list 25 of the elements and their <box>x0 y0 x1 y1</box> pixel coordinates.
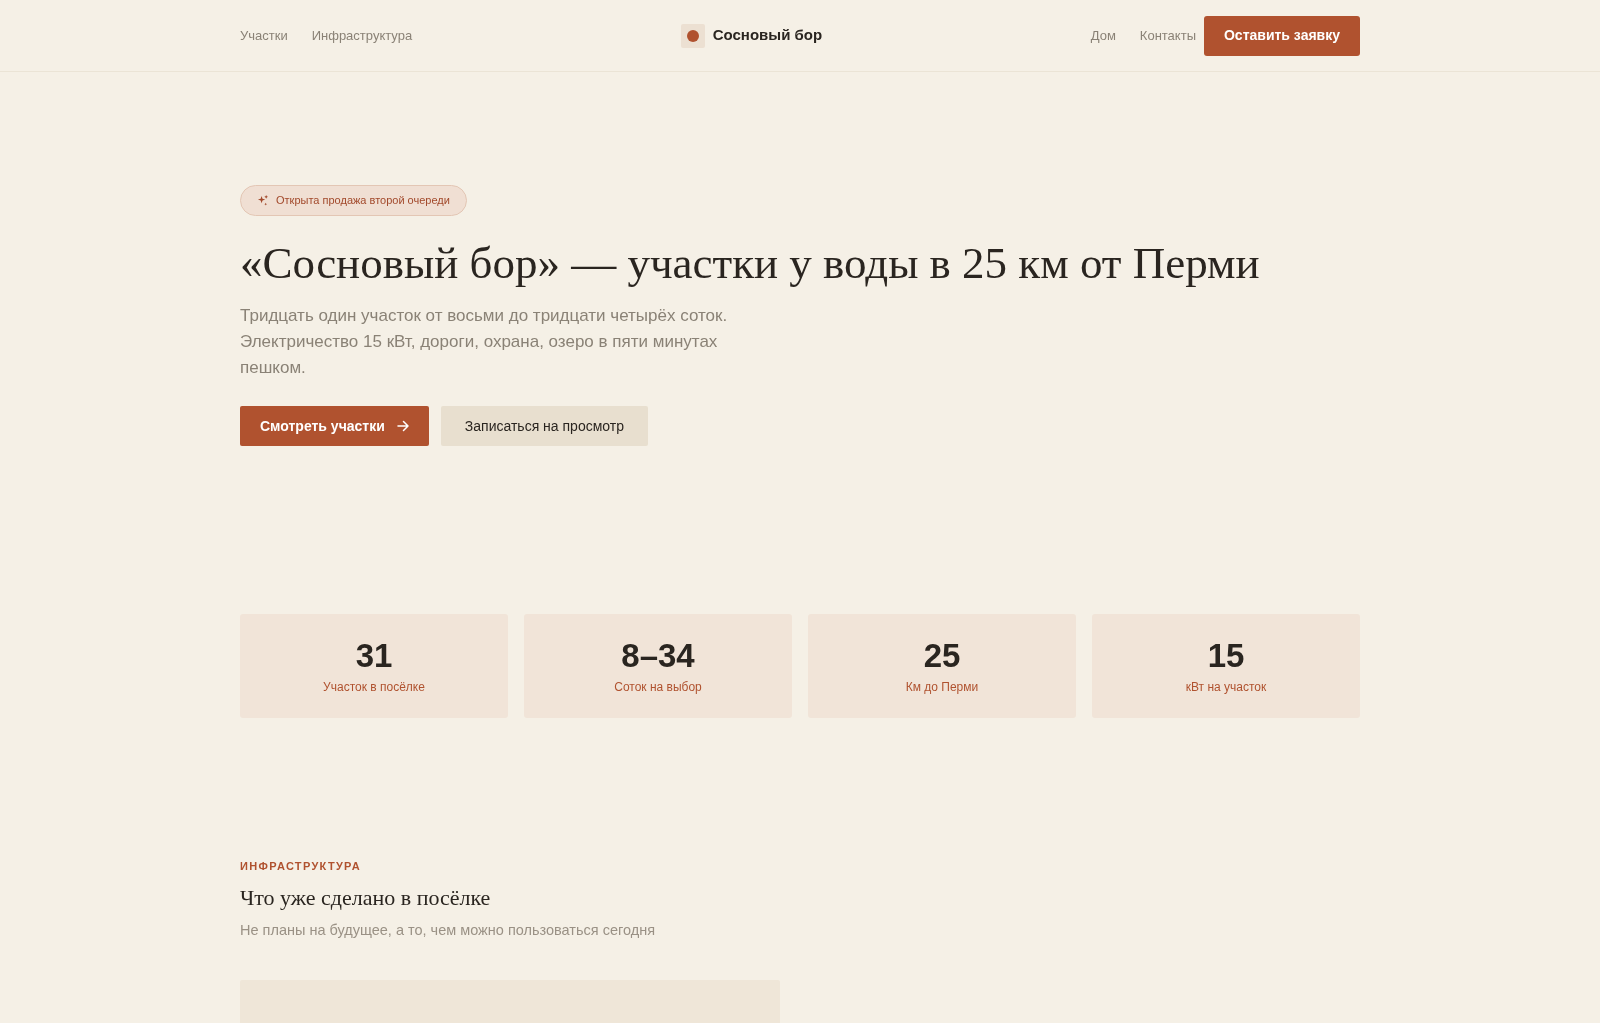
nav-link[interactable]: Участки <box>240 25 288 46</box>
badge-text: Открыта продажа второй очереди <box>276 193 450 209</box>
stat-value: 8–34 <box>621 637 695 675</box>
section-label: ИНФРАСТРУКТУРА <box>240 859 362 874</box>
stat-value: 15 <box>1207 637 1245 675</box>
hero-description: Тридцать один участок от восьми до тридцати четырёх соток. Электричество 15 кВт, дороги, охрана, озеро в пяти минутах пешком. <box>240 305 729 379</box>
stat-value: 31 <box>355 637 393 675</box>
book-viewing-button[interactable]: Записаться на просмотр <box>440 406 648 446</box>
section-title: Что уже сделано в посёлке <box>240 884 491 912</box>
section-subtitle: Не планы на будущее, а то, чем можно пользоваться сегодня <box>240 921 656 940</box>
view-plots-button[interactable]: Смотреть участки <box>240 406 429 446</box>
logo-text: Сосновый бор <box>712 25 823 46</box>
arrow-right-icon <box>396 420 409 432</box>
nav-link[interactable]: Инфраструктура <box>311 25 413 46</box>
stat-label: кВт на участок <box>1185 679 1267 695</box>
stat-value: 25 <box>923 637 961 675</box>
nav-link[interactable]: Дом <box>1090 25 1116 46</box>
sparkle-icon <box>257 195 268 206</box>
nav-link[interactable]: Контакты <box>1139 25 1196 46</box>
request-button[interactable]: Оставить заявку <box>1204 15 1360 56</box>
stat-label: Участок в посёлке <box>323 679 425 695</box>
hero-title: «Сосновый бор» — участки у воды в 25 км от Перми <box>240 237 1260 290</box>
stat-label: Км до Перми <box>905 679 979 695</box>
logo-icon <box>680 23 705 48</box>
stat-label: Соток на выбор <box>614 679 702 695</box>
